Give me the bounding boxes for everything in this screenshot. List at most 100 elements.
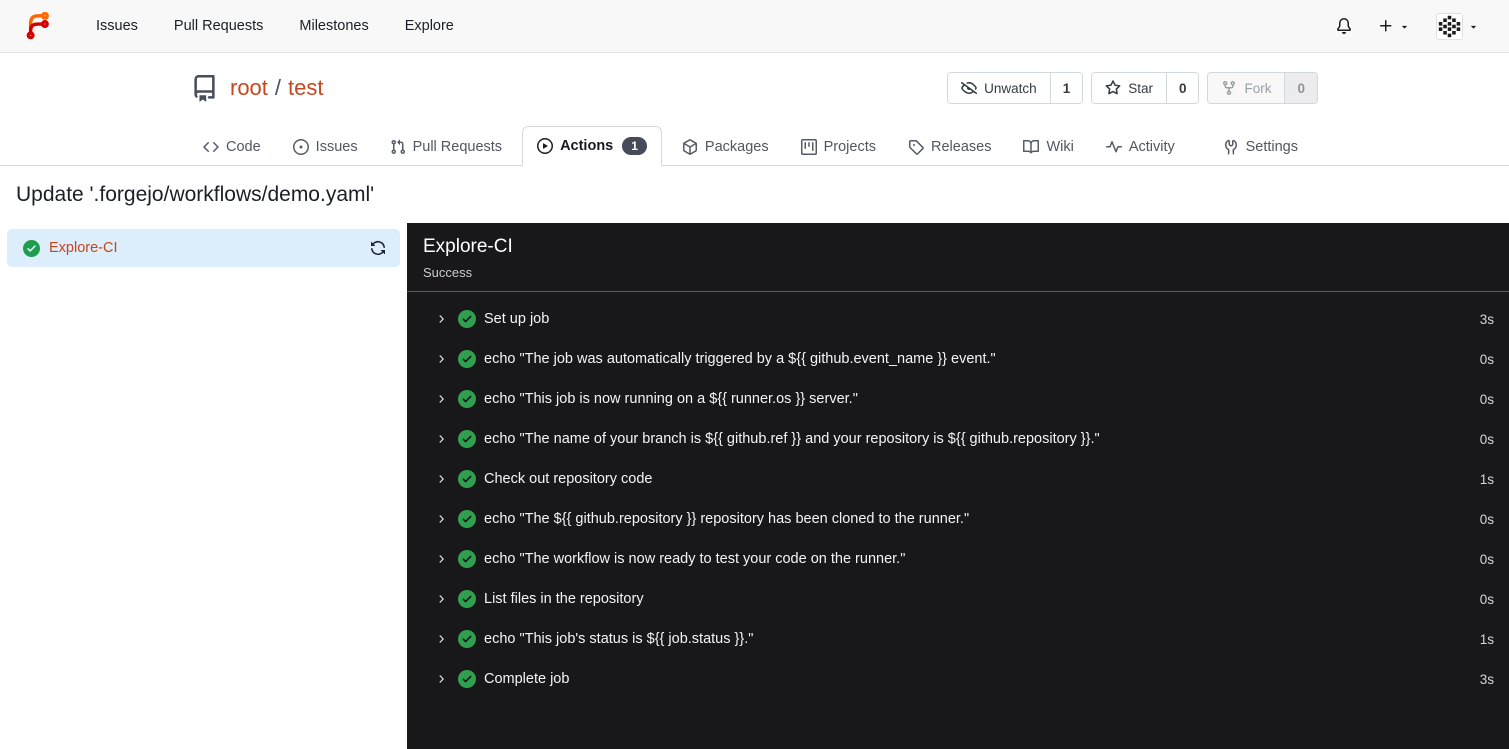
main-content: Update '.forgejo/workflows/demo.yaml' Ex… <box>0 166 1509 749</box>
unwatch-label: Unwatch <box>984 80 1037 96</box>
bell-icon <box>1336 18 1351 34</box>
nav-pull-requests[interactable]: Pull Requests <box>156 10 281 42</box>
step-row[interactable]: List files in the repository 0s <box>407 579 1509 619</box>
user-menu-button[interactable] <box>1428 7 1487 46</box>
star-button-group: Star 0 <box>1091 72 1200 104</box>
check-circle-icon <box>458 350 476 368</box>
eye-closed-icon <box>961 82 978 95</box>
play-circle-icon <box>537 138 554 154</box>
chevron-right-icon <box>435 513 447 525</box>
check-circle-icon <box>458 470 476 488</box>
step-duration: 0s <box>1479 511 1494 527</box>
chevron-right-icon <box>435 633 447 645</box>
repo-header: root / test Unwatch 1 Star 0 Fork 0 Code… <box>0 53 1509 166</box>
star-label: Star <box>1128 80 1153 96</box>
job-item-explore-ci[interactable]: Explore-CI <box>7 229 400 267</box>
project-icon <box>800 139 817 155</box>
stars-count[interactable]: 0 <box>1165 73 1199 103</box>
step-name: echo "This job is now running on a ${{ r… <box>484 391 858 407</box>
plus-icon <box>1380 20 1392 32</box>
step-name: Complete job <box>484 671 570 687</box>
tab-releases[interactable]: Releases <box>896 129 1003 165</box>
step-row[interactable]: Check out repository code 1s <box>407 459 1509 499</box>
tab-packages[interactable]: Packages <box>670 129 781 165</box>
tab-wiki[interactable]: Wiki <box>1011 129 1085 165</box>
step-name: echo "This job's status is ${{ job.statu… <box>484 631 754 647</box>
check-circle-icon <box>458 670 476 688</box>
watch-button-group: Unwatch 1 <box>947 72 1084 104</box>
step-duration: 0s <box>1479 391 1494 407</box>
step-name: echo "The name of your branch is ${{ git… <box>484 431 1100 447</box>
nav-issues[interactable]: Issues <box>78 10 156 42</box>
chevron-right-icon <box>435 313 447 325</box>
step-row[interactable]: echo "The name of your branch is ${{ git… <box>407 419 1509 459</box>
step-duration: 3s <box>1479 671 1494 687</box>
tab-label: Wiki <box>1046 139 1074 155</box>
fork-icon <box>1223 81 1236 96</box>
watchers-count[interactable]: 1 <box>1049 73 1083 103</box>
job-status: Success <box>423 265 473 280</box>
tab-label: Pull Requests <box>412 139 503 155</box>
chevron-right-icon <box>435 673 447 685</box>
nav-explore[interactable]: Explore <box>387 10 472 42</box>
repo-tabs: Code Issues Pull Requests Actions 1 Pack… <box>191 121 1318 166</box>
tab-projects[interactable]: Projects <box>789 129 888 165</box>
steps-list: Set up job 3s echo "The job was automati… <box>407 292 1509 699</box>
tab-settings[interactable]: Settings <box>1211 129 1310 165</box>
forgejo-logo[interactable] <box>22 11 52 41</box>
star-button[interactable]: Star <box>1092 73 1166 103</box>
job-title: Explore-CI <box>423 236 513 257</box>
book-icon <box>1023 140 1040 154</box>
tools-icon <box>1224 139 1237 155</box>
tab-label: Code <box>226 139 261 155</box>
repo-title-row: root / test Unwatch 1 Star 0 Fork 0 <box>191 53 1318 105</box>
fork-label: Fork <box>1244 80 1272 96</box>
tag-icon <box>909 140 924 155</box>
check-circle-icon <box>458 430 476 448</box>
rerun-job-button[interactable] <box>368 238 388 258</box>
step-duration: 1s <box>1479 471 1494 487</box>
step-row[interactable]: echo "The workflow is now ready to test … <box>407 539 1509 579</box>
pull-request-icon <box>391 139 405 155</box>
step-row[interactable]: echo "The ${{ github.repository }} repos… <box>407 499 1509 539</box>
avatar <box>1436 12 1463 40</box>
step-name: echo "The workflow is now ready to test … <box>484 551 906 567</box>
jobs-sidebar: Explore-CI <box>0 223 407 749</box>
step-row[interactable]: Set up job 3s <box>407 299 1509 339</box>
tab-activity[interactable]: Activity <box>1094 129 1187 165</box>
step-name: Check out repository code <box>484 471 653 487</box>
notifications-button[interactable] <box>1328 12 1360 40</box>
nav-milestones[interactable]: Milestones <box>281 10 386 42</box>
create-new-button[interactable] <box>1370 12 1418 40</box>
step-row[interactable]: Complete job 3s <box>407 659 1509 699</box>
repo-name-link[interactable]: test <box>288 75 323 101</box>
check-circle-icon <box>23 239 40 257</box>
tab-label: Releases <box>931 139 992 155</box>
issue-icon <box>292 139 309 155</box>
tab-label: Packages <box>704 139 769 155</box>
step-duration: 3s <box>1479 311 1494 327</box>
tab-code[interactable]: Code <box>191 129 273 165</box>
chevron-right-icon <box>435 433 447 445</box>
unwatch-button[interactable]: Unwatch <box>948 73 1050 103</box>
check-circle-icon <box>458 630 476 648</box>
tab-actions[interactable]: Actions 1 <box>522 126 662 166</box>
chevron-down-icon <box>1470 25 1477 28</box>
forks-count: 0 <box>1284 73 1317 103</box>
repo-owner-link[interactable]: root <box>230 75 268 101</box>
job-name: Explore-CI <box>49 240 118 256</box>
fork-button: Fork <box>1208 73 1285 103</box>
job-panel-header: Explore-CI Success <box>407 223 1509 292</box>
step-row[interactable]: echo "This job is now running on a ${{ r… <box>407 379 1509 419</box>
tab-pull-requests[interactable]: Pull Requests <box>378 129 514 165</box>
tab-issues[interactable]: Issues <box>281 129 370 165</box>
step-duration: 0s <box>1479 551 1494 567</box>
step-duration: 0s <box>1479 591 1494 607</box>
step-row[interactable]: echo "The job was automatically triggere… <box>407 339 1509 379</box>
check-circle-icon <box>458 550 476 568</box>
step-row[interactable]: echo "This job's status is ${{ job.statu… <box>407 619 1509 659</box>
step-name: echo "The job was automatically triggere… <box>484 351 996 367</box>
check-circle-icon <box>458 310 476 328</box>
chevron-right-icon <box>435 393 447 405</box>
tab-label: Settings <box>1245 139 1298 155</box>
